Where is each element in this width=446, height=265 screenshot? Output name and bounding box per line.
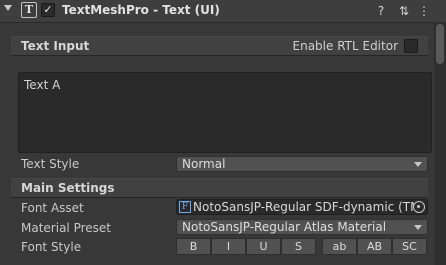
font-style-strikethrough-button[interactable]: S [281,238,316,255]
font-asset-field[interactable]: F NotoSansJP-Regular SDF-dynamic (TM [176,199,428,215]
material-preset-label: Material Preset [21,221,111,235]
font-asset-value: NotoSansJP-Regular SDF-dynamic (TM [193,200,421,214]
text-component-icon: T [21,2,37,18]
rtl-editor-checkbox[interactable] [404,39,418,53]
help-icon[interactable]: ? [374,4,388,18]
font-style-underline-button[interactable]: U [246,238,281,255]
more-icon[interactable]: ⋮ [417,4,431,18]
text-style-label: Text Style [21,157,80,171]
text-input-section-header[interactable]: Text Input Enable RTL Editor [11,36,428,56]
text-input-value: Text A [24,78,61,92]
foldout-arrow-icon[interactable] [4,5,12,11]
rtl-editor-label: Enable RTL Editor [292,39,399,53]
material-preset-dropdown[interactable]: NotoSansJP-Regular Atlas Material [176,219,428,235]
chevron-down-icon [414,162,422,167]
section-label: Text Input [21,39,90,53]
text-style-dropdown[interactable]: Normal [176,156,428,172]
section-label: Main Settings [21,181,115,195]
component-title: TextMeshPro - Text (UI) [62,3,220,17]
chevron-down-icon [414,225,422,230]
font-style-bold-button[interactable]: B [176,238,211,255]
presets-icon[interactable]: ⇅ [397,4,411,18]
font-style-lowercase-button[interactable]: ab [322,238,357,255]
font-style-label: Font Style [21,240,82,254]
material-preset-value: NotoSansJP-Regular Atlas Material [182,220,387,234]
font-style-italic-button[interactable]: I [211,238,246,255]
component-enabled-checkbox[interactable]: ✓ [41,3,55,17]
scrollbar-thumb[interactable] [436,24,444,64]
font-style-smallcaps-button[interactable]: SC [392,238,427,255]
main-settings-section-header[interactable]: Main Settings [11,178,428,198]
font-asset-icon: F [179,201,191,213]
font-asset-label: Font Asset [21,201,84,215]
text-style-value: Normal [182,157,226,171]
font-style-uppercase-button[interactable]: AB [357,238,392,255]
object-picker-icon[interactable] [413,201,425,213]
text-input-area[interactable]: Text A [18,72,432,153]
component-header[interactable]: T ✓ TextMeshPro - Text (UI) ? ⇅ ⋮ [0,0,446,23]
